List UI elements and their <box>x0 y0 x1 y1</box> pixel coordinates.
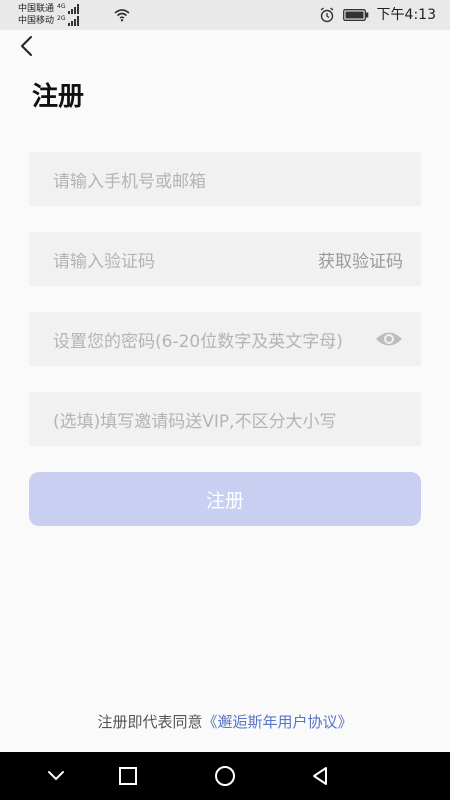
carrier-1-label: 中国联通 <box>18 4 55 14</box>
carrier-2-network: 2G <box>57 15 66 22</box>
carrier-1-network: 4G <box>57 3 66 10</box>
nav-recents-button[interactable] <box>116 764 140 788</box>
agreement-text: 注册即代表同意《邂逅斯年用户协议》 <box>0 710 450 734</box>
carrier-info: 中国联通 4G 中国移动 2G <box>18 3 82 27</box>
chevron-down-icon <box>48 771 64 781</box>
status-right: 下午4:13 <box>319 5 436 25</box>
user-agreement-link[interactable]: 《邂逅斯年用户协议》 <box>203 713 353 731</box>
status-time: 下午4:13 <box>376 7 436 23</box>
page-title: 注册 <box>32 82 85 112</box>
navigation-bar <box>0 752 450 800</box>
verification-code-field: 请输入验证码 获取验证码 <box>29 232 421 286</box>
signal-icon <box>68 4 80 14</box>
get-code-button[interactable]: 获取验证码 <box>318 247 403 272</box>
circle-icon <box>215 766 235 786</box>
chevron-left-icon <box>21 36 32 56</box>
back-button[interactable] <box>10 30 42 62</box>
triangle-back-icon <box>313 767 327 785</box>
account-input-placeholder: 请输入手机号或邮箱 <box>53 171 206 192</box>
status-bar: 中国联通 4G 中国移动 2G 下午4:13 <box>0 0 450 30</box>
password-input[interactable]: 设置您的密码(6-20位数字及英文字母) <box>53 327 367 352</box>
verification-code-input[interactable]: 请输入验证码 <box>53 247 318 272</box>
invite-code-input[interactable]: (选填)填写邀请码送VIP,不区分大小写 <box>29 392 421 446</box>
account-input[interactable]: 请输入手机号或邮箱 <box>29 152 421 206</box>
signal-icon <box>68 16 80 26</box>
battery-icon <box>342 9 368 21</box>
agreement-prefix: 注册即代表同意 <box>97 713 203 731</box>
eye-icon[interactable] <box>375 330 403 348</box>
password-field: 设置您的密码(6-20位数字及英文字母) <box>29 312 421 366</box>
square-icon <box>119 767 137 785</box>
nav-back-button[interactable] <box>308 764 332 788</box>
register-button[interactable]: 注册 <box>29 472 421 526</box>
carrier-2-label: 中国移动 <box>18 16 55 26</box>
nav-home-button[interactable] <box>213 764 237 788</box>
nav-hide-button[interactable] <box>44 764 68 788</box>
invite-code-placeholder: (选填)填写邀请码送VIP,不区分大小写 <box>53 411 337 432</box>
wifi-icon <box>114 9 130 22</box>
alarm-icon <box>320 7 333 23</box>
